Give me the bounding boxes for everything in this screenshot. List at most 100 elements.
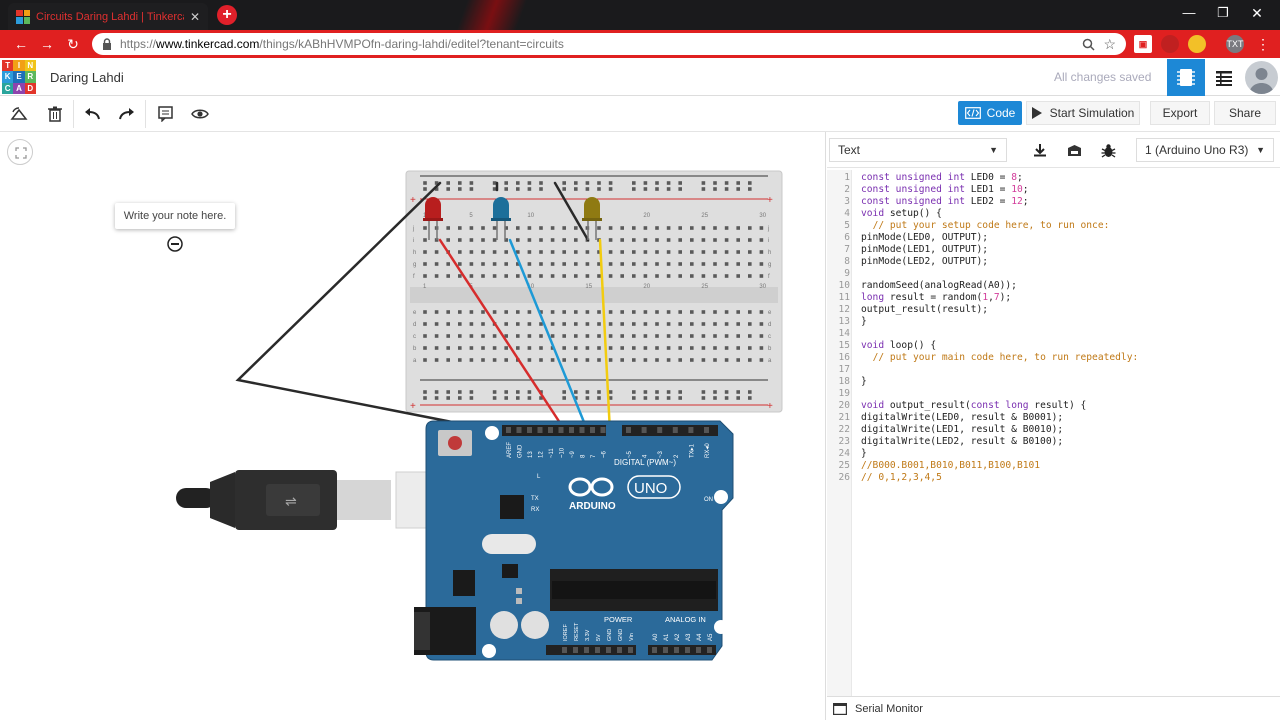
forward-icon[interactable]: → [34, 36, 60, 52]
code-line[interactable]: // 0,1,2,3,4,5 [861, 472, 942, 483]
redo-button[interactable] [112, 99, 142, 129]
row-letter: c [413, 334, 416, 340]
profile-ext-icon[interactable]: TXT [1226, 35, 1244, 53]
power-label: POWER [604, 615, 633, 624]
rotate-button[interactable] [4, 99, 34, 129]
code-line[interactable]: pinMode(LED2, OUTPUT); [861, 256, 988, 267]
zoom-icon[interactable] [1082, 38, 1095, 51]
new-tab-button[interactable]: + [217, 5, 237, 25]
digital-pin-label: ~11 [549, 448, 555, 458]
digital-pin-label: AREF [507, 442, 513, 458]
code-line[interactable]: digitalWrite(LED2, result & B0100); [861, 436, 1063, 447]
code-line[interactable]: void loop() { [861, 340, 936, 351]
line-number: 7 [844, 244, 850, 255]
extension-chrome-icon[interactable] [1188, 35, 1206, 53]
line-number: 23 [838, 436, 850, 447]
digital-pin-label: ~6 [602, 450, 608, 458]
column-number: 15 [585, 284, 592, 290]
digital-pin-label: ~5 [627, 450, 633, 458]
row-letter: g [768, 262, 771, 268]
row-letter: j [767, 226, 769, 232]
analog-pin-label: A3 [686, 633, 692, 641]
code-line[interactable]: pinMode(LED1, OUTPUT); [861, 244, 988, 255]
code-line[interactable]: const unsigned int LED1 = 10; [861, 184, 1029, 195]
debugger-button[interactable] [1095, 139, 1121, 161]
note-bubble[interactable]: Write your note here. [115, 203, 235, 229]
power-pin-label: Vin [629, 633, 635, 641]
close-tab-icon[interactable]: ✕ [190, 10, 200, 24]
arduino-brand: ARDUINO [569, 501, 616, 512]
digital-pin-label: 13 [528, 451, 534, 458]
code-line[interactable]: digitalWrite(LED1, result & B0010); [861, 424, 1063, 435]
toolbar-divider [145, 100, 146, 128]
code-line[interactable]: //B000.B001,B010,B011,B100,B101 [861, 460, 1040, 471]
download-code-button[interactable] [1027, 139, 1053, 161]
close-window-icon[interactable]: ✕ [1234, 0, 1280, 26]
browser-menu-icon[interactable]: ⋮ [1254, 35, 1272, 53]
code-line[interactable]: } [861, 376, 867, 387]
line-number: 1 [844, 172, 850, 183]
url-input[interactable]: https://www.tinkercad.com/things/kABhHVM… [92, 33, 1126, 55]
code-line[interactable]: } [861, 316, 867, 327]
code-line[interactable]: void output_result(const long result) { [861, 400, 1086, 411]
libraries-button[interactable] [1061, 139, 1087, 161]
row-letter: d [768, 322, 771, 328]
bookmark-star-icon[interactable]: ☆ [1103, 36, 1116, 53]
digital-pin-label: 12 [539, 451, 545, 458]
reload-icon[interactable]: ↻ [60, 36, 86, 53]
row-letter: h [768, 250, 771, 256]
extension-dot-icon[interactable] [1161, 35, 1179, 53]
circuit-view-button[interactable] [1167, 59, 1205, 96]
code-line[interactable]: const unsigned int LED2 = 12; [861, 196, 1029, 207]
code-line[interactable]: long result = random(1,7); [861, 292, 1011, 303]
code-line[interactable]: digitalWrite(LED0, result & B0001); [861, 412, 1063, 423]
code-line[interactable]: // put your main code here, to run repea… [861, 352, 1139, 363]
browser-tab[interactable]: Circuits Daring Lahdi | Tinkercad ✕ [8, 3, 208, 30]
start-simulation-label: Start Simulation [1049, 106, 1135, 120]
code-line[interactable]: void setup() { [861, 208, 942, 219]
design-name[interactable]: Daring Lahdi [50, 70, 124, 85]
background-streak [430, 0, 550, 30]
line-number: 24 [838, 448, 850, 459]
line-number: 9 [844, 268, 850, 279]
user-avatar-icon [1249, 68, 1274, 94]
line-number: 22 [838, 424, 850, 435]
logo-letter: K [2, 71, 14, 83]
code-line[interactable]: pinMode(LED0, OUTPUT); [861, 232, 988, 243]
share-button[interactable]: Share [1214, 101, 1276, 125]
save-status: All changes saved [1054, 70, 1152, 84]
code-line[interactable]: randomSeed(analogRead(A0)); [861, 280, 1017, 291]
back-icon[interactable]: ← [8, 36, 34, 52]
tx-label: TX [531, 496, 539, 502]
components-list-button[interactable] [1205, 59, 1243, 96]
extension-pocket-icon[interactable]: ▣ [1134, 35, 1152, 53]
analog-pin-label: A1 [664, 633, 670, 641]
device-select[interactable]: 1 (Arduino Uno R3) ▼ [1136, 138, 1274, 162]
delete-button[interactable] [40, 99, 70, 129]
line-number: 14 [838, 328, 850, 339]
notes-button[interactable] [150, 99, 180, 129]
code-line[interactable]: // put your setup code here, to run once… [861, 220, 1110, 231]
line-number: 10 [838, 280, 850, 291]
code-line[interactable]: output_result(result); [861, 304, 988, 315]
export-button[interactable]: Export [1150, 101, 1210, 125]
code-line[interactable]: const unsigned int LED0 = 8; [861, 172, 1023, 183]
start-simulation-button[interactable]: Start Simulation [1026, 101, 1140, 125]
tinkercad-logo[interactable]: TINKERCAD [2, 60, 36, 94]
line-number: 26 [838, 472, 850, 483]
toolbar-divider [73, 100, 74, 128]
analog-in-label: ANALOG IN [665, 615, 706, 624]
undo-button[interactable] [77, 99, 107, 129]
logo-letter: C [2, 82, 14, 94]
url-text: https://www.tinkercad.com/things/kABhHVM… [120, 37, 564, 51]
code-mode-select[interactable]: Text ▼ [829, 138, 1007, 162]
line-number: 6 [844, 232, 850, 243]
code-line[interactable]: } [861, 448, 867, 459]
code-button[interactable]: Code [958, 101, 1022, 125]
reset-button[interactable] [448, 436, 462, 450]
terminal-icon [833, 703, 847, 715]
avatar[interactable] [1245, 61, 1278, 94]
arduino-uno-board[interactable]: AREF GND 13 12 ~11 ~10 ~9 8 7 ~6 ~5 4 ~3 2 TX▸1 RX◂0 DI… [414, 420, 734, 661]
toggle-notes-visibility-button[interactable] [185, 99, 215, 129]
serial-monitor-toggle[interactable]: Serial Monitor [827, 696, 1280, 720]
